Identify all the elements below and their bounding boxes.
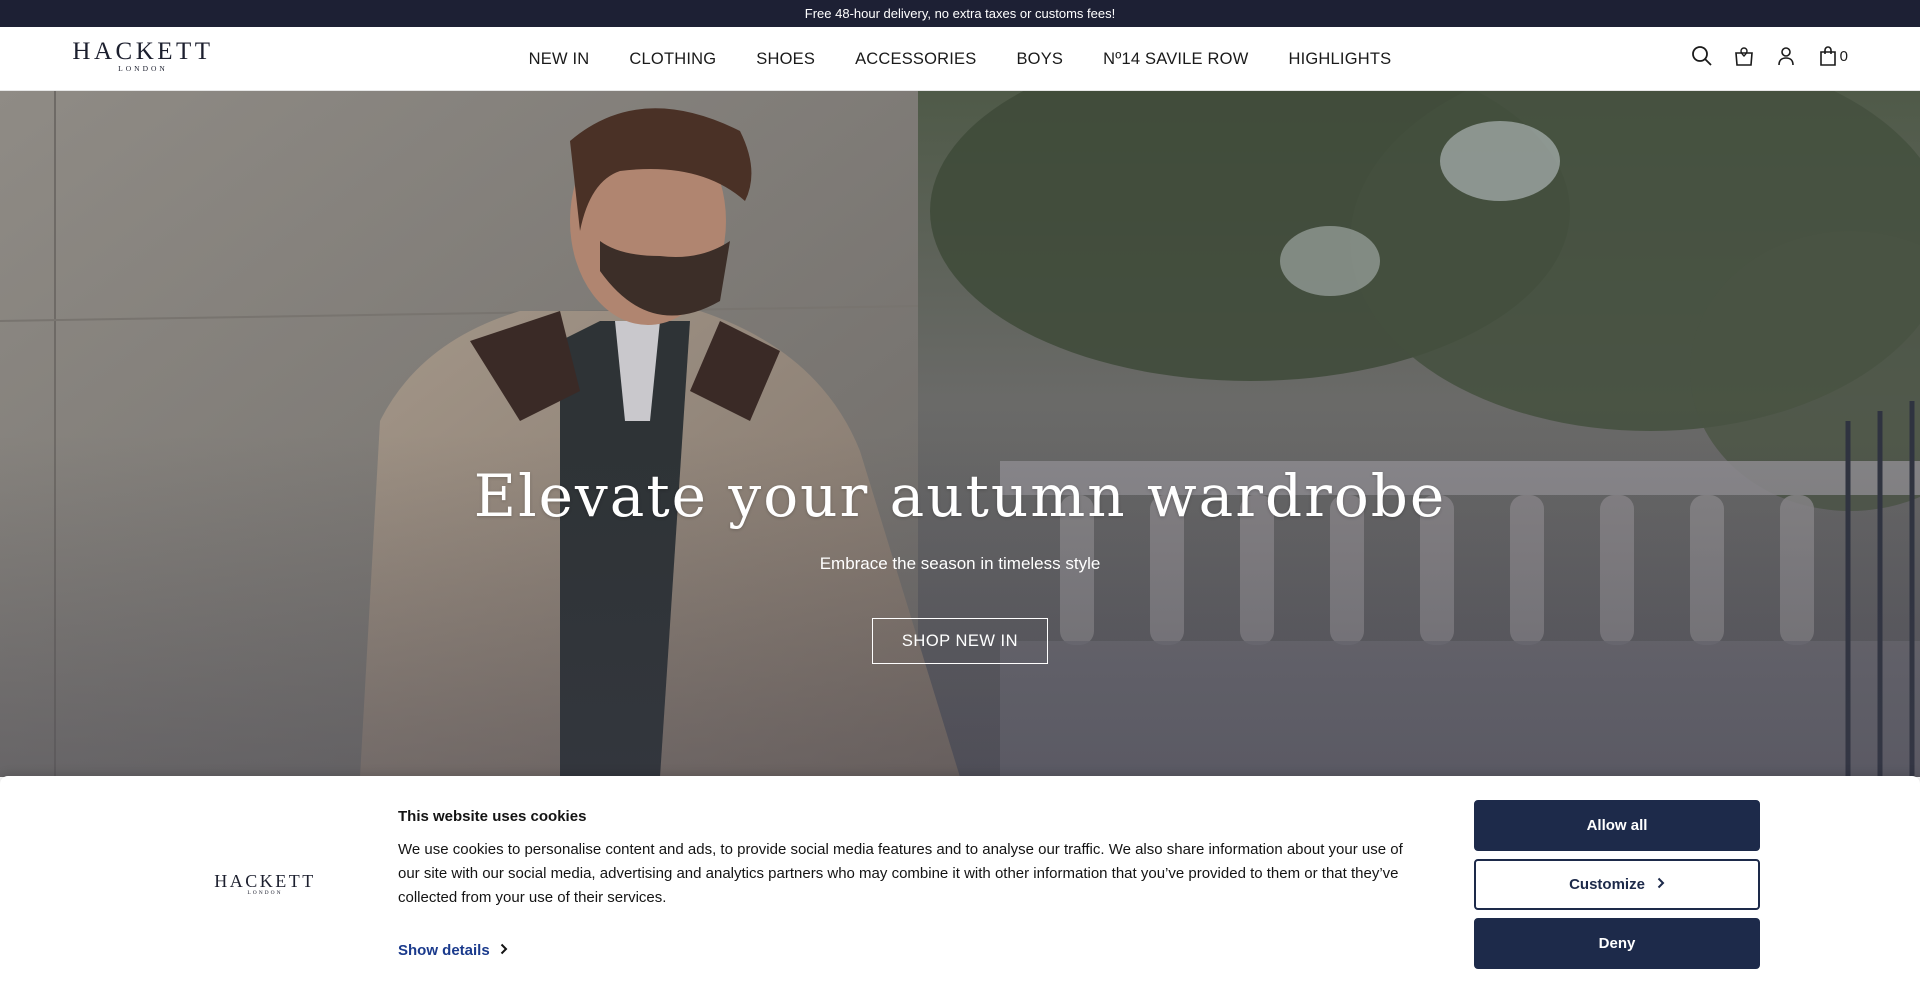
customize-button[interactable]: Customize [1474,859,1760,910]
shopping-bag-icon[interactable] [1817,45,1839,67]
hero-banner[interactable]: Elevate your autumn wardrobe Embrace the… [0,91,1920,777]
chevron-right-icon [1657,876,1665,893]
search-icon[interactable] [1691,45,1713,67]
promo-text: Free 48-hour delivery, no extra taxes or… [804,6,1116,21]
nav-shoes[interactable]: SHOES [756,50,815,69]
hero-title: Elevate your autumn wardrobe [473,462,1447,530]
logo-main: HACKETT [72,38,214,65]
cookie-title: This website uses cookies [398,808,587,825]
site-header: HACKETT LONDON NEW IN CLOTHING SHOES ACC… [0,27,1920,91]
hackett-logo[interactable]: HACKETT LONDON [71,39,215,73]
cookie-logo: HACKETT LONDON [212,872,318,897]
nav-new-in[interactable]: NEW IN [529,50,590,69]
allow-all-button[interactable]: Allow all [1474,800,1760,851]
nav-highlights[interactable]: HIGHLIGHTS [1288,50,1391,69]
account-icon[interactable] [1775,45,1797,67]
deny-label: Deny [1598,935,1636,952]
hero-subtitle: Embrace the season in timeless style [819,554,1101,573]
header-icons: 0 [1691,45,1848,67]
cookie-banner: HACKETT LONDON This website uses cookies… [0,776,1920,993]
nav-clothing[interactable]: CLOTHING [629,50,716,69]
nav-boys[interactable]: BOYS [1016,50,1063,69]
cookie-logo-sub: LONDON [247,890,283,896]
chevron-right-icon [500,942,508,959]
customize-label: Customize [1569,876,1645,893]
cart[interactable]: 0 [1817,45,1848,67]
hero-image [0,91,1920,777]
cookie-logo-main: HACKETT [214,871,316,891]
nav-savile-row[interactable]: Nº14 SAVILE ROW [1103,50,1248,69]
shop-new-in-button[interactable]: SHOP NEW IN [872,618,1048,664]
logo-sub: LONDON [118,64,168,73]
store-locator-icon[interactable] [1733,45,1755,67]
show-details-link[interactable]: Show details [398,942,508,959]
cookie-text: We use cookies to personalise content an… [398,841,1403,906]
show-details-label: Show details [398,942,490,959]
deny-button[interactable]: Deny [1474,918,1760,969]
promo-bar: Free 48-hour delivery, no extra taxes or… [0,0,1920,27]
allow-all-label: Allow all [1586,817,1648,834]
main-nav: NEW IN CLOTHING SHOES ACCESSORIES BOYS N… [0,27,1920,91]
nav-accessories[interactable]: ACCESSORIES [855,50,976,69]
cart-count: 0 [1839,47,1848,65]
